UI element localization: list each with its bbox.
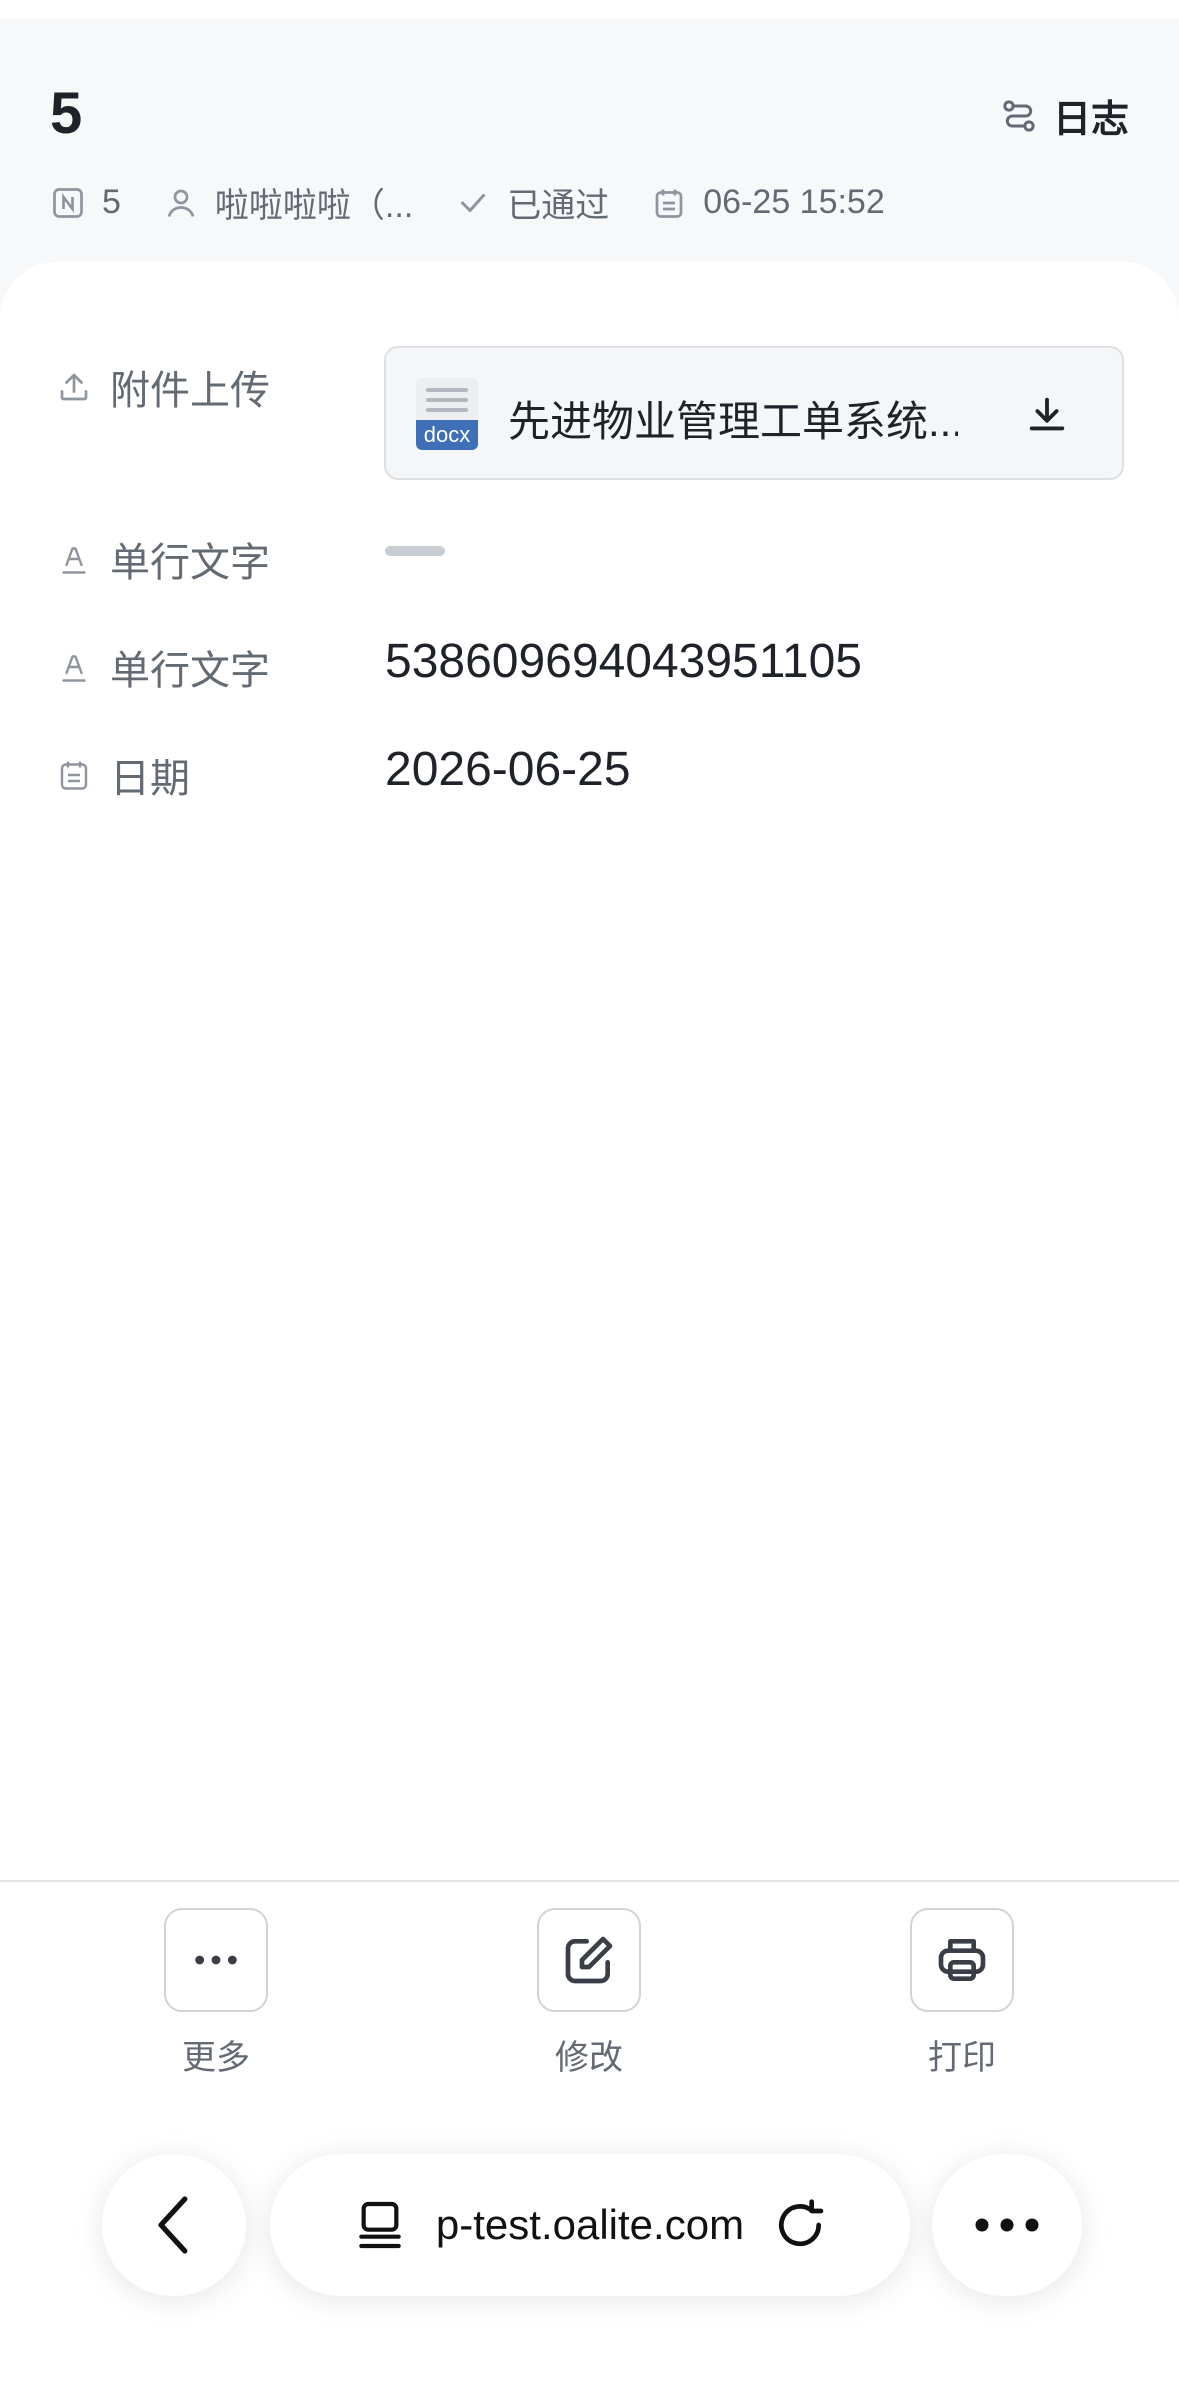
download-icon[interactable] bbox=[1024, 392, 1070, 438]
meta-number: 5 bbox=[50, 183, 121, 222]
meta-status: 已通过 bbox=[455, 178, 609, 227]
text-field-icon bbox=[62, 547, 86, 574]
user-icon bbox=[167, 189, 195, 217]
url-text[interactable]: p-test.oalite.com bbox=[436, 2201, 744, 2249]
upload-icon bbox=[60, 373, 88, 401]
field-label-text: 单行文字 bbox=[110, 649, 270, 693]
edit-icon bbox=[565, 1936, 613, 1984]
more-action[interactable]: 更多 bbox=[116, 1908, 316, 2079]
print-button[interactable] bbox=[910, 1908, 1014, 2012]
status-strip bbox=[0, 0, 1179, 18]
back-button[interactable] bbox=[102, 2154, 246, 2296]
chevron-left-icon bbox=[158, 2196, 188, 2254]
meta-status-value: 已通过 bbox=[507, 187, 610, 225]
page-title: 5 bbox=[50, 81, 83, 146]
meta-creator-value: 啦啦啦啦（... bbox=[214, 187, 414, 225]
record-meta: 5 啦啦啦啦（... 已通过 06-25 15:52 bbox=[50, 178, 927, 227]
ellipsis-icon bbox=[975, 2218, 1039, 2232]
field-label-date: 日期 bbox=[56, 746, 190, 804]
edit-label: 修改 bbox=[555, 2039, 623, 2077]
field-label-text-1: 单行文字 bbox=[56, 530, 270, 588]
check-icon bbox=[461, 193, 486, 212]
meta-datetime: 06-25 15:52 bbox=[651, 183, 885, 222]
field-label-attachment: 附件上传 bbox=[56, 358, 270, 416]
calendar-icon bbox=[655, 189, 683, 218]
empty-value-placeholder bbox=[385, 546, 445, 556]
browser-bar: p-test.oalite.com bbox=[0, 2100, 1179, 2399]
meta-creator: 啦啦啦啦（... bbox=[163, 178, 413, 227]
attachment-card[interactable]: docx 先进物业管理工单系统... bbox=[384, 346, 1124, 480]
text-field-icon bbox=[62, 655, 86, 682]
flow-icon bbox=[1003, 99, 1035, 132]
number-icon bbox=[53, 187, 83, 218]
detail-card: 附件上传 docx 先进物业管理工单系统... 单行文字 单行文字 538609… bbox=[0, 262, 1179, 1882]
field-value-date: 2026-06-25 bbox=[385, 743, 631, 796]
more-button[interactable] bbox=[164, 1908, 268, 2012]
field-label-text: 附件上传 bbox=[110, 369, 270, 413]
field-value-text-2: 538609694043951105 bbox=[385, 635, 862, 688]
more-label: 更多 bbox=[182, 2039, 250, 2077]
meta-datetime-value: 06-25 15:52 bbox=[703, 183, 885, 221]
print-action[interactable]: 打印 bbox=[862, 1908, 1062, 2079]
record-header: 5 日志 5 啦啦啦啦（... 已通过 06-25 15:52 bbox=[0, 18, 1179, 268]
printer-icon bbox=[938, 1939, 986, 1981]
browser-more-button[interactable] bbox=[932, 2154, 1082, 2296]
calendar-icon bbox=[60, 761, 88, 790]
attachment-file-name[interactable]: 先进物业管理工单系统... bbox=[508, 388, 958, 449]
file-type-tag: docx bbox=[416, 420, 478, 450]
log-button[interactable]: 日志 bbox=[999, 88, 1129, 143]
edit-button[interactable] bbox=[537, 1908, 641, 2012]
meta-number-value: 5 bbox=[102, 183, 121, 221]
ellipsis-icon bbox=[195, 1955, 237, 1965]
field-label-text: 日期 bbox=[110, 757, 190, 801]
docx-file-icon: docx bbox=[416, 378, 478, 450]
edit-action[interactable]: 修改 bbox=[489, 1908, 689, 2079]
reload-icon[interactable] bbox=[772, 2197, 828, 2253]
log-label: 日志 bbox=[1052, 99, 1129, 141]
tabs-icon[interactable] bbox=[352, 2197, 408, 2253]
print-label: 打印 bbox=[928, 2039, 996, 2077]
address-bar[interactable]: p-test.oalite.com bbox=[270, 2154, 910, 2296]
field-label-text-2: 单行文字 bbox=[56, 638, 270, 696]
field-label-text: 单行文字 bbox=[110, 541, 270, 585]
